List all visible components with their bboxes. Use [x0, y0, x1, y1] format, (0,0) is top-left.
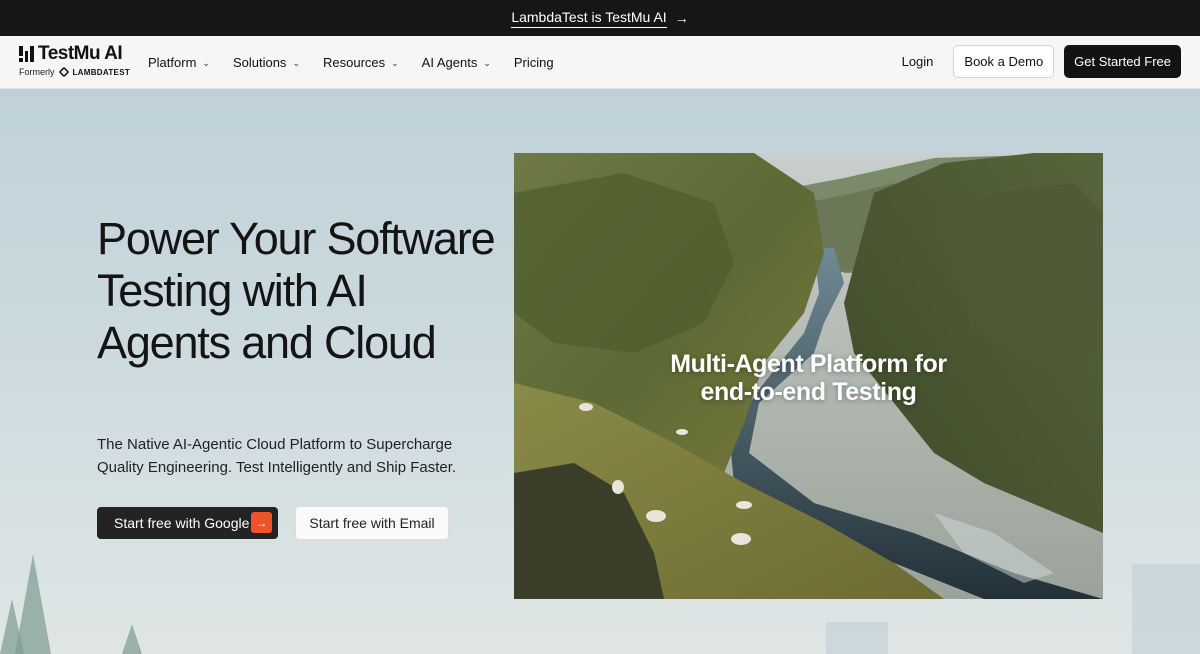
chevron-down-icon: ⌄ [202, 58, 210, 68]
top-navigation: TestMu AI Formerly LAMBDATEST Platform ⌄… [0, 36, 1200, 89]
nav-item-solutions[interactable]: Solutions ⌄ [233, 55, 300, 70]
building-decoration [826, 622, 888, 654]
tree-decoration [0, 599, 24, 654]
former-brand: LAMBDATEST [72, 67, 131, 77]
chevron-down-icon: ⌄ [292, 58, 300, 68]
nav-item-platform[interactable]: Platform ⌄ [148, 55, 210, 70]
nav-item-pricing[interactable]: Pricing [514, 55, 554, 70]
nav-item-label: Solutions [232, 55, 287, 70]
hero-title: Power Your Software Testing with AI Agen… [97, 213, 496, 368]
nav-item-label: Platform [148, 55, 197, 70]
arrow-right-icon: → [674, 10, 689, 26]
chevron-down-icon: ⌄ [391, 58, 399, 68]
nav-item-label: Pricing [513, 55, 554, 70]
announcement-text: LambdaTest is TestMu AI [511, 9, 667, 28]
book-demo-button[interactable]: Book a Demo [953, 45, 1055, 78]
announcement-link[interactable]: LambdaTest is TestMu AI → [511, 9, 689, 28]
nav-item-label: AI Agents [421, 55, 478, 70]
login-link[interactable]: Login [902, 54, 934, 69]
nav-item-label: Resources [322, 55, 386, 70]
google-button-label: Start free with Google [114, 515, 250, 531]
announcement-bar: LambdaTest is TestMu AI → [0, 0, 1200, 36]
image-caption-line1: Multi-Agent Platform for [670, 350, 947, 378]
testmu-logo-icon [19, 45, 34, 63]
nav-actions: Login Book a Demo Get Started Free [902, 45, 1181, 78]
building-decoration [1132, 564, 1200, 654]
logo-formerly: Formerly [19, 67, 55, 77]
image-caption-line2: end-to-end Testing [700, 378, 917, 406]
logo-name: TestMu AI [38, 43, 123, 64]
get-started-button[interactable]: Get Started Free [1064, 45, 1181, 78]
nav-item-resources[interactable]: Resources ⌄ [323, 55, 399, 70]
hero-subtitle: The Native AI-Agentic Cloud Platform to … [97, 436, 457, 476]
logo[interactable]: TestMu AI Formerly LAMBDATEST [19, 43, 139, 83]
arrow-right-icon: → [251, 512, 272, 533]
start-free-email-button[interactable]: Start free with Email [295, 506, 449, 540]
start-free-google-button[interactable]: Start free with Google → [97, 507, 278, 539]
hero-landscape-image: Multi-Agent Platform for end-to-end Test… [514, 153, 1103, 599]
lambdatest-logo-icon [58, 66, 69, 78]
tree-decoration [122, 624, 142, 654]
chevron-down-icon: ⌄ [483, 58, 491, 68]
main-menu: Platform ⌄ Solutions ⌄ Resources ⌄ AI Ag… [148, 36, 577, 89]
nav-item-ai-agents[interactable]: AI Agents ⌄ [422, 55, 491, 70]
image-caption: Multi-Agent Platform for end-to-end Test… [514, 350, 1103, 406]
